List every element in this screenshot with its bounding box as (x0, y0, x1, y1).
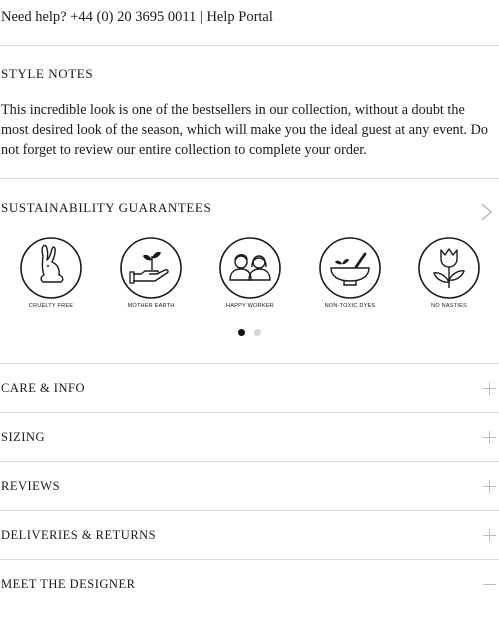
badge-non-toxic-dyes: NON-TOXIC DYES (300, 236, 400, 309)
accordion-meet-the-designer[interactable]: MEET THE DESIGNER (0, 560, 499, 608)
minus-icon[interactable] (483, 578, 496, 591)
accordion-label: MEET THE DESIGNER (1, 577, 136, 591)
badge-label: NON-TOXIC DYES (324, 303, 376, 309)
rabbit-icon (20, 237, 82, 299)
hand-plant-icon (120, 237, 182, 299)
plus-icon[interactable] (483, 382, 496, 395)
badge-label: CRUELTY FREE (28, 303, 74, 309)
accordion-label: SIZING (1, 430, 45, 444)
badge-label: MOTHER EARTH (127, 303, 175, 309)
badge-cruelty-free: CRUELTY FREE (1, 236, 101, 309)
plus-icon[interactable] (483, 529, 496, 542)
badge-happy-worker: HAPPY WORKER (200, 236, 300, 309)
badge-label: HAPPY WORKER (226, 303, 274, 309)
accordion-label: CARE & INFO (1, 381, 85, 395)
chevron-right-icon[interactable] (479, 202, 493, 222)
accordion-label: REVIEWS (1, 479, 61, 493)
help-bar-text[interactable]: Need help? +44 (0) 20 3695 0011 | Help P… (1, 9, 273, 26)
accordion-sizing[interactable]: SIZING (0, 413, 499, 461)
badge-mother-earth: MOTHER EARTH (101, 236, 201, 309)
accordion-reviews[interactable]: REVIEWS (0, 462, 499, 510)
divider (0, 178, 499, 179)
style-notes-body: This incredible look is one of the bests… (1, 102, 488, 158)
badge-no-nasties: NO NASTIES (399, 236, 499, 309)
divider (0, 45, 499, 46)
badge-label: NO NASTIES (431, 303, 467, 309)
accordion-care-info[interactable]: CARE & INFO (0, 364, 499, 412)
sustainability-title: SUSTAINABILITY GUARANTEES (1, 200, 212, 215)
sustainability-badges: CRUELTY FREE MOTHER EARTH HAPPY WORKER N… (0, 236, 499, 316)
mortar-bowl-icon (319, 237, 381, 299)
accordion-deliveries-returns[interactable]: DELIVERIES & RETURNS (0, 511, 499, 559)
tulip-icon (418, 237, 480, 299)
plus-icon[interactable] (483, 431, 496, 444)
workers-icon (219, 237, 281, 299)
carousel-pagination (237, 329, 267, 337)
plus-icon[interactable] (483, 480, 496, 493)
carousel-dot-1[interactable] (238, 329, 245, 336)
style-notes-title: STYLE NOTES (1, 66, 94, 81)
carousel-dot-2[interactable] (254, 329, 261, 336)
accordion-label: DELIVERIES & RETURNS (1, 528, 157, 542)
